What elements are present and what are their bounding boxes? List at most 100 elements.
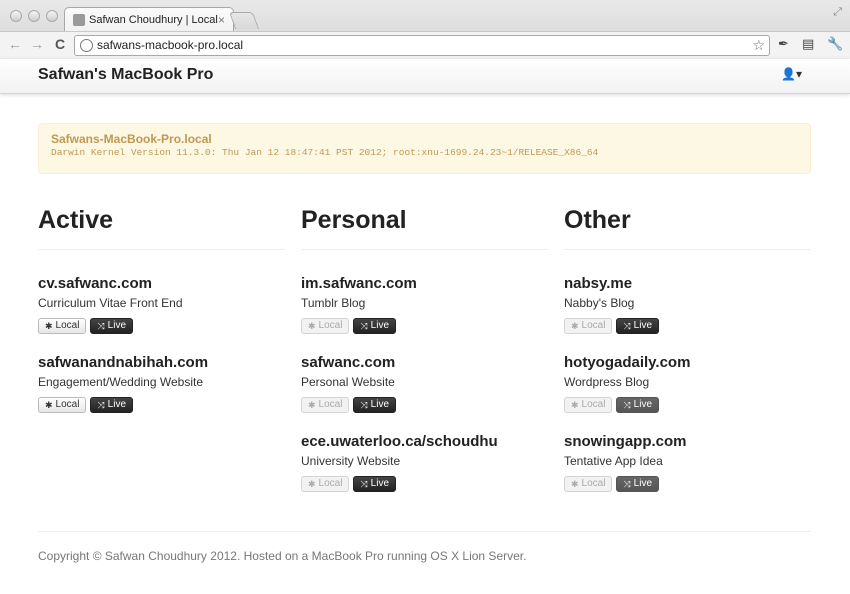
local-button[interactable]: ✱ Local xyxy=(564,318,613,334)
live-label: Live xyxy=(370,399,390,410)
local-button[interactable]: ✱ Local xyxy=(301,397,350,413)
site-description: Engagement/Wedding Website xyxy=(38,375,203,389)
column-personal: Personal im.safwanc.com Tumblr Blog ✱ Lo… xyxy=(301,201,548,492)
local-button[interactable]: ✱ Local xyxy=(38,318,87,334)
local-button[interactable]: ✱ Local xyxy=(564,476,613,492)
brand-title[interactable]: Safwan's MacBook Pro xyxy=(38,66,213,84)
site-description: Nabby's Blog xyxy=(564,296,635,310)
live-label: Live xyxy=(633,478,653,489)
live-button[interactable]: ⤨ Live xyxy=(353,318,397,334)
live-button[interactable]: ⤨ Live xyxy=(616,397,660,413)
local-button[interactable]: ✱ Local xyxy=(38,397,87,413)
cog-icon: ✱ xyxy=(308,479,316,489)
shuffle-icon: ⤨ xyxy=(360,321,368,331)
browser-tab[interactable]: Safwan Choudhury | Local × xyxy=(64,7,234,31)
cog-icon: ✱ xyxy=(45,400,53,410)
local-label: Local xyxy=(318,320,343,331)
kernel-version-text: Darwin Kernel Version 11.3.0: Thu Jan 12… xyxy=(51,147,599,158)
site-name: nabsy.me xyxy=(564,275,633,292)
local-label: Local xyxy=(581,399,606,410)
site-entry: safwanandnabihah.com Engagement/Wedding … xyxy=(38,329,285,413)
site-entry: snowingapp.com Tentative App Idea ✱ Loca… xyxy=(564,408,811,492)
column-heading: Active xyxy=(38,201,285,250)
live-button[interactable]: ⤨ Live xyxy=(90,397,134,413)
site-entry: nabsy.me Nabby's Blog ✱ Local ⤨ Live xyxy=(564,250,811,334)
column-heading: Other xyxy=(564,201,811,250)
zoom-window-button[interactable] xyxy=(46,10,58,22)
local-button[interactable]: ✱ Local xyxy=(301,318,350,334)
column-other: Other nabsy.me Nabby's Blog ✱ Local ⤨ Li… xyxy=(564,201,811,492)
browser-toolbar: ← → C safwans-macbook-pro.local ☆ ✒ ▤ 🔧 xyxy=(0,31,850,59)
site-description: University Website xyxy=(301,454,401,468)
live-button[interactable]: ⤨ Live xyxy=(616,476,660,492)
local-label: Local xyxy=(55,320,80,331)
local-label: Local xyxy=(581,478,606,489)
hostname-text: Safwans-MacBook-Pro.local xyxy=(51,132,212,146)
live-label: Live xyxy=(107,320,127,331)
local-button[interactable]: ✱ Local xyxy=(301,476,350,492)
extension-tag-icon[interactable]: ▤ xyxy=(802,36,814,52)
site-description: Curriculum Vitae Front End xyxy=(38,296,183,310)
cog-icon: ✱ xyxy=(571,321,579,331)
live-button[interactable]: ⤨ Live xyxy=(616,318,660,334)
wrench-icon[interactable]: 🔧 xyxy=(827,36,843,52)
site-description: Tumblr Blog xyxy=(301,296,366,310)
site-entry: safwanc.com Personal Website ✱ Local ⤨ L… xyxy=(301,329,548,413)
user-dropdown-icon[interactable]: 👤▾ xyxy=(781,67,802,81)
cog-icon: ✱ xyxy=(571,400,579,410)
tab-close-icon[interactable]: × xyxy=(218,13,225,27)
site-entry: ece.uwaterloo.ca/schoudhu University Web… xyxy=(301,408,548,492)
site-navbar: Safwan's MacBook Pro 👤▾ xyxy=(0,59,850,94)
address-bar[interactable]: safwans-macbook-pro.local ☆ xyxy=(74,35,770,56)
fullscreen-icon[interactable]: ⤢ xyxy=(833,6,842,19)
site-description: Personal Website xyxy=(301,375,395,389)
live-label: Live xyxy=(633,320,653,331)
extension-pen-icon[interactable]: ✒ xyxy=(778,36,789,52)
live-button[interactable]: ⤨ Live xyxy=(90,318,134,334)
page-footer: Copyright © Safwan Choudhury 2012. Hoste… xyxy=(38,531,811,563)
site-entry: cv.safwanc.com Curriculum Vitae Front En… xyxy=(38,250,285,334)
page-favicon-icon xyxy=(73,13,85,26)
live-button[interactable]: ⤨ Live xyxy=(353,397,397,413)
local-label: Local xyxy=(318,478,343,489)
reload-icon[interactable]: C xyxy=(51,36,69,52)
cog-icon: ✱ xyxy=(45,321,53,331)
page-info-icon[interactable] xyxy=(80,39,93,52)
bookmark-star-icon[interactable]: ☆ xyxy=(752,36,765,55)
shuffle-icon: ⤨ xyxy=(97,400,105,410)
site-entry: hotyogadaily.com Wordpress Blog ✱ Local … xyxy=(564,329,811,413)
close-window-button[interactable] xyxy=(10,10,22,22)
site-name: hotyogadaily.com xyxy=(564,354,691,371)
site-name: cv.safwanc.com xyxy=(38,275,152,292)
site-name: safwanandnabihah.com xyxy=(38,354,209,371)
back-icon[interactable]: ← xyxy=(6,36,24,52)
shuffle-icon: ⤨ xyxy=(360,400,368,410)
local-label: Local xyxy=(55,399,80,410)
live-button[interactable]: ⤨ Live xyxy=(353,476,397,492)
cog-icon: ✱ xyxy=(308,400,316,410)
cog-icon: ✱ xyxy=(571,479,579,489)
column-heading: Personal xyxy=(301,201,548,250)
local-label: Local xyxy=(318,399,343,410)
minimize-window-button[interactable] xyxy=(28,10,40,22)
new-tab-button[interactable] xyxy=(228,12,260,29)
shuffle-icon: ⤨ xyxy=(97,321,105,331)
copyright-text: Copyright © Safwan Choudhury 2012. Hoste… xyxy=(38,549,527,563)
live-label: Live xyxy=(633,399,653,410)
shuffle-icon: ⤨ xyxy=(623,400,631,410)
site-name: ece.uwaterloo.ca/schoudhu xyxy=(301,433,498,450)
site-name: snowingapp.com xyxy=(564,433,687,450)
shuffle-icon: ⤨ xyxy=(360,479,368,489)
site-name: safwanc.com xyxy=(301,354,396,371)
shuffle-icon: ⤨ xyxy=(623,479,631,489)
shuffle-icon: ⤨ xyxy=(623,321,631,331)
site-description: Tentative App Idea xyxy=(564,454,663,468)
local-button[interactable]: ✱ Local xyxy=(564,397,613,413)
browser-chrome: Safwan Choudhury | Local × ⤢ ← → C safwa… xyxy=(0,0,850,59)
url-text: safwans-macbook-pro.local xyxy=(97,38,244,52)
live-label: Live xyxy=(107,399,127,410)
forward-icon[interactable]: → xyxy=(28,36,46,52)
column-active: Active cv.safwanc.com Curriculum Vitae F… xyxy=(38,201,285,413)
site-name: im.safwanc.com xyxy=(301,275,417,292)
site-entry: im.safwanc.com Tumblr Blog ✱ Local ⤨ Liv… xyxy=(301,250,548,334)
